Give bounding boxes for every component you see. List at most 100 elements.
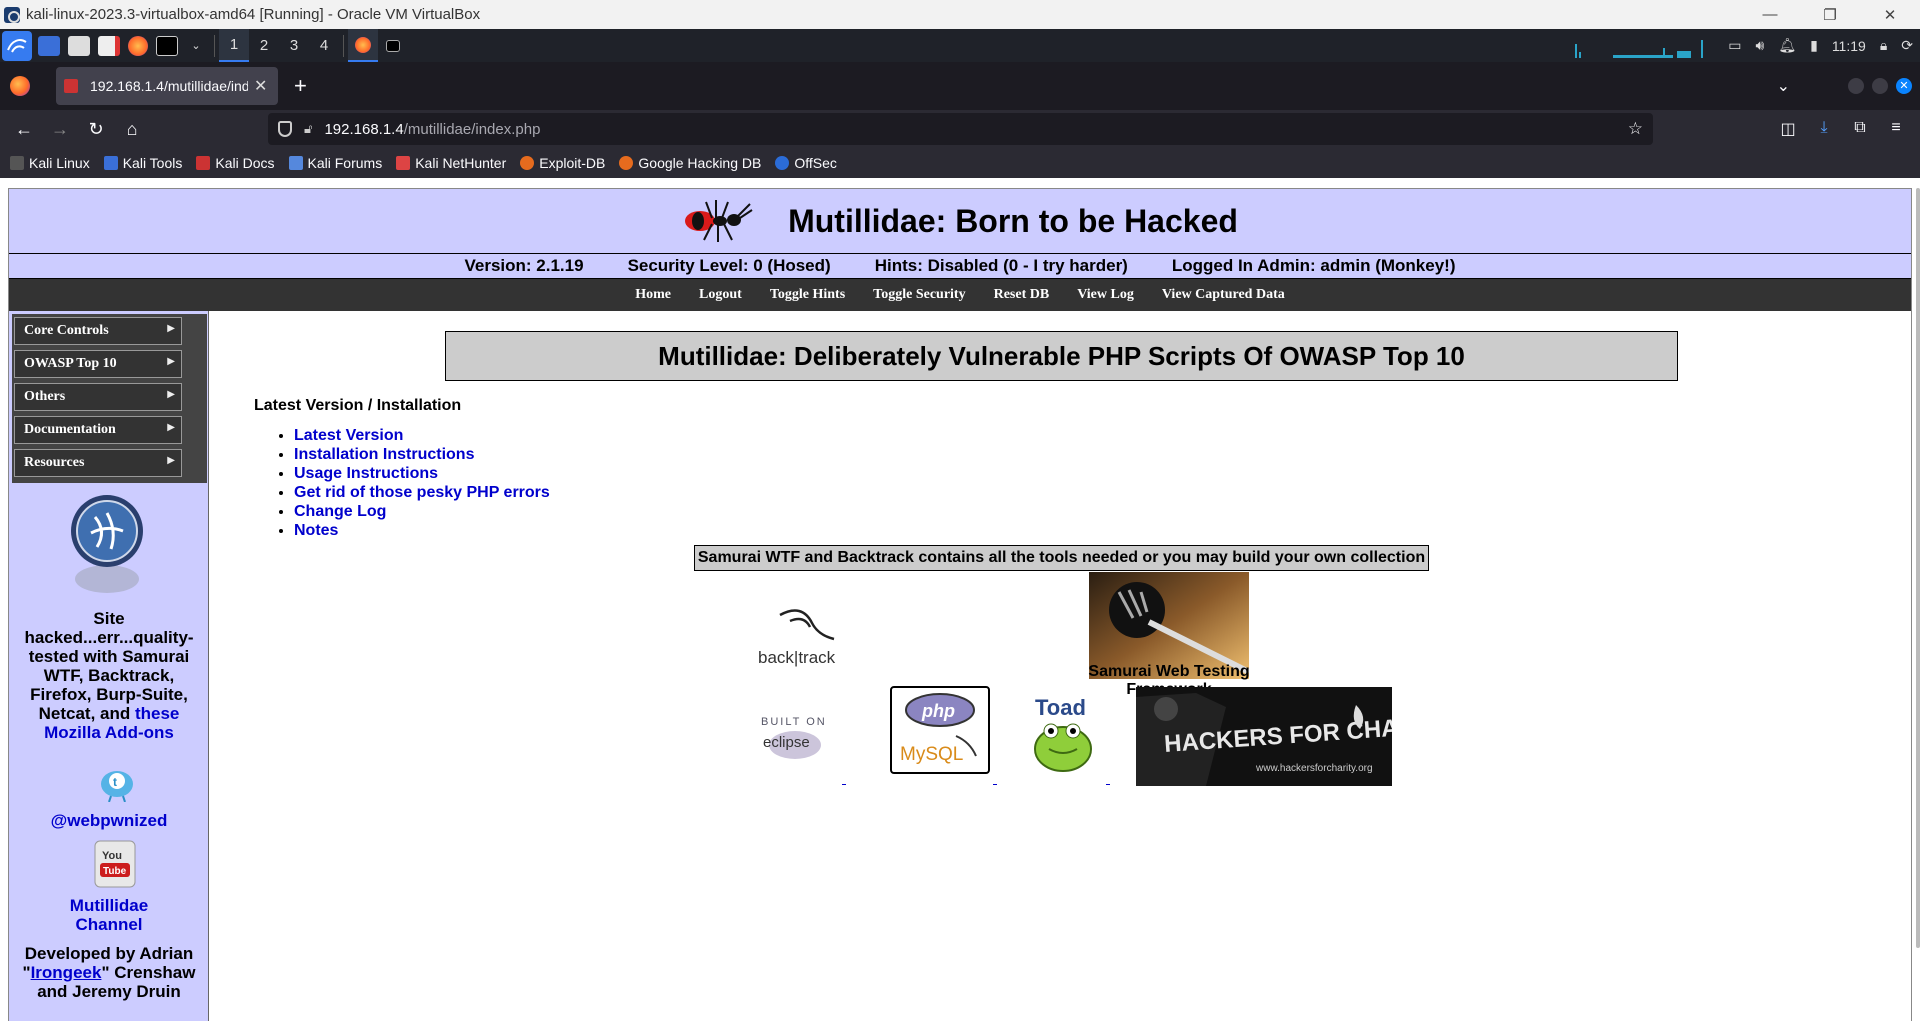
workspace-1[interactable]: 1 bbox=[219, 29, 249, 62]
firefox-view-icon[interactable] bbox=[10, 76, 30, 96]
restore-button[interactable]: ❐ bbox=[1800, 0, 1860, 29]
side-menu-resources[interactable]: Resources ▶ bbox=[14, 449, 182, 477]
bookmark-kali-forums[interactable]: Kali Forums bbox=[288, 155, 382, 171]
side-menu-others[interactable]: Others ▶ bbox=[14, 383, 182, 411]
maximize-dot[interactable] bbox=[1872, 78, 1888, 94]
close-tab-icon[interactable]: ✕ bbox=[254, 76, 270, 96]
kali-docs-icon bbox=[196, 156, 211, 170]
youtube-icon[interactable]: You Tube bbox=[93, 839, 137, 889]
extensions-icon[interactable]: ⧉ bbox=[1842, 119, 1878, 139]
menu-toggle-security-link[interactable]: Toggle Security bbox=[873, 287, 965, 303]
new-tab-button[interactable]: + bbox=[294, 73, 307, 99]
side-menu-label: Documentation bbox=[24, 422, 116, 437]
power-icon[interactable]: ⟳ bbox=[1901, 37, 1913, 54]
twitter-bird-icon[interactable]: t bbox=[93, 766, 141, 802]
bookmark-kali-linux[interactable]: Kali Linux bbox=[10, 155, 90, 171]
site-info-icon[interactable]: 🔓︎ bbox=[304, 121, 312, 137]
bookmark-offsec[interactable]: OffSec bbox=[775, 155, 837, 171]
side-menu-owasp-top-10[interactable]: OWASP Top 10 ▶ bbox=[14, 350, 182, 378]
menu-view-log-link[interactable]: View Log bbox=[1077, 287, 1134, 303]
eclipse-logo[interactable]: BUILT ON eclipse bbox=[755, 703, 849, 773]
bookmark-exploit-db[interactable]: Exploit-DB bbox=[520, 155, 605, 171]
php-mysql-logo[interactable]: php MySQL bbox=[890, 686, 990, 774]
file-manager-icon[interactable] bbox=[64, 29, 94, 62]
close-window-button[interactable]: ✕ bbox=[1860, 0, 1920, 29]
ant-logo-icon bbox=[685, 200, 753, 242]
list-item: Latest Version bbox=[294, 426, 550, 445]
minimize-dot[interactable] bbox=[1848, 78, 1864, 94]
side-menu-core-controls[interactable]: Core Controls ▶ bbox=[14, 317, 182, 345]
reload-button[interactable]: ↻ bbox=[78, 113, 114, 145]
virtualbox-icon bbox=[4, 6, 20, 23]
bookmark-star-icon[interactable]: ☆ bbox=[1628, 119, 1643, 139]
bookmark-label: Exploit-DB bbox=[539, 155, 606, 171]
page-scrollbar[interactable] bbox=[1916, 188, 1920, 948]
side-menu-label: Others bbox=[24, 389, 66, 404]
hackers-for-charity-logo[interactable]: HACKERS FOR CHARITY www.hackersforcharit… bbox=[1136, 687, 1392, 786]
tab-mutillidae[interactable]: 192.168.1.4/mutillidae/index.php ✕ bbox=[56, 67, 278, 105]
main-title: Mutillidae: Deliberately Vulnerable PHP … bbox=[445, 331, 1678, 381]
firefox-launcher-icon[interactable] bbox=[124, 29, 152, 62]
pocket-icon[interactable]: ◫ bbox=[1770, 119, 1806, 139]
favicon-icon bbox=[64, 79, 78, 93]
url-bar[interactable]: 🔓︎ 192.168.1.4 /mutillidae/index.php ☆ bbox=[268, 113, 1653, 145]
terminal-window-button[interactable] bbox=[378, 29, 408, 62]
menu-logout-link[interactable]: Logout bbox=[699, 287, 742, 303]
close-dot[interactable]: ✕ bbox=[1896, 78, 1912, 94]
bookmarks-toolbar: Kali Linux Kali Tools Kali Docs Kali For… bbox=[0, 148, 1920, 178]
workspace-2[interactable]: 2 bbox=[249, 29, 279, 62]
workspace-4[interactable]: 4 bbox=[309, 29, 339, 62]
eclipse-text: eclipse bbox=[763, 734, 810, 751]
toad-logo[interactable]: Toad bbox=[1025, 693, 1105, 777]
link-underline bbox=[842, 784, 846, 785]
notes-link[interactable]: Notes bbox=[294, 522, 338, 539]
home-button[interactable]: ⌂ bbox=[114, 113, 150, 145]
volume-icon[interactable]: 🔊︎ bbox=[1755, 37, 1764, 54]
installation-instructions-link[interactable]: Installation Instructions bbox=[294, 446, 474, 463]
battery-icon[interactable]: ▮ bbox=[1810, 37, 1818, 54]
list-all-tabs-icon[interactable]: ⌄ bbox=[1777, 76, 1790, 96]
firefox-window-button[interactable] bbox=[348, 29, 378, 62]
forward-button[interactable]: → bbox=[42, 113, 78, 145]
minimize-button[interactable]: — bbox=[1740, 0, 1800, 29]
tools-caption: Samurai WTF and Backtrack contains all t… bbox=[694, 545, 1429, 571]
menu-view-captured-data-link[interactable]: View Captured Data bbox=[1162, 287, 1285, 303]
main-content: Mutillidae: Deliberately Vulnerable PHP … bbox=[210, 311, 1911, 1021]
irongeek-link[interactable]: Irongeek bbox=[31, 963, 102, 982]
lock-screen-icon[interactable]: 🔒︎ bbox=[1880, 37, 1887, 54]
kali-menu-icon[interactable] bbox=[2, 30, 32, 61]
app-menu-icon[interactable]: ≡ bbox=[1878, 119, 1914, 139]
hints-label: Hints: Disabled (0 - I try harder) bbox=[874, 256, 1128, 275]
menu-toggle-hints-link[interactable]: Toggle Hints bbox=[770, 287, 845, 303]
downloads-icon[interactable]: ⤓ bbox=[1806, 119, 1842, 139]
php-errors-link[interactable]: Get rid of those pesky PHP errors bbox=[294, 484, 550, 501]
desktop-icon[interactable] bbox=[34, 29, 64, 62]
text-editor-icon[interactable] bbox=[94, 29, 124, 62]
notification-bell-icon[interactable]: 🔔︎ bbox=[1778, 37, 1796, 54]
twitter-link[interactable]: @webpwnized bbox=[9, 811, 209, 831]
bookmark-kali-docs[interactable]: Kali Docs bbox=[196, 155, 275, 171]
bookmark-kali-nethunter[interactable]: Kali NetHunter bbox=[396, 155, 506, 171]
side-menu-label: Core Controls bbox=[24, 323, 109, 338]
chevron-down-icon[interactable]: ⌄ bbox=[182, 29, 210, 62]
display-icon[interactable]: ▭ bbox=[1728, 37, 1741, 54]
workspace-3[interactable]: 3 bbox=[279, 29, 309, 62]
terminal-launcher-icon[interactable] bbox=[152, 29, 182, 62]
back-button[interactable]: ← bbox=[6, 113, 42, 145]
bookmark-google-hacking-db[interactable]: Google Hacking DB bbox=[619, 155, 761, 171]
bookmark-kali-tools[interactable]: Kali Tools bbox=[103, 155, 182, 171]
owasp-logo-icon bbox=[71, 495, 143, 593]
menu-reset-db-link[interactable]: Reset DB bbox=[994, 287, 1050, 303]
clock[interactable]: 11:19 bbox=[1832, 38, 1866, 54]
kali-taskbar: ⌄ 1 2 3 4 ▭ 🔊︎ 🔔︎ ▮ 11:19 🔒︎ ⟳ bbox=[0, 29, 1920, 62]
install-heading: Latest Version / Installation bbox=[254, 397, 462, 414]
toolbar-buttons: ◫ ⤓ ⧉ ≡ bbox=[1770, 119, 1914, 139]
change-log-link[interactable]: Change Log bbox=[294, 503, 386, 520]
latest-version-link[interactable]: Latest Version bbox=[294, 427, 403, 444]
backtrack-logo[interactable]: back|track bbox=[750, 601, 860, 671]
side-menu-documentation[interactable]: Documentation ▶ bbox=[14, 416, 182, 444]
usage-instructions-link[interactable]: Usage Instructions bbox=[294, 465, 438, 482]
menu-home-link[interactable]: Home bbox=[635, 287, 671, 303]
youtube-channel-link[interactable]: Mutillidae Channel bbox=[39, 896, 179, 934]
tracking-protection-icon[interactable] bbox=[278, 121, 292, 137]
